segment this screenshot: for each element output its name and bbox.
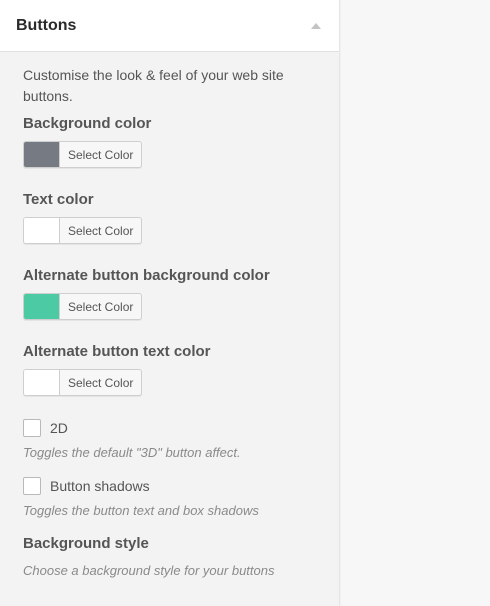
- alt-text-color-picker[interactable]: Select Color: [23, 369, 143, 396]
- 2d-description: Toggles the default "3D" button affect.: [23, 445, 241, 460]
- section-title: Buttons: [16, 16, 77, 34]
- button-shadows-label[interactable]: Button shadows: [50, 478, 150, 494]
- 2d-label[interactable]: 2D: [50, 420, 68, 436]
- color-swatch[interactable]: [24, 218, 60, 243]
- alt-background-color-setting: Alternate button background color Select…: [23, 266, 316, 324]
- button-shadows-checkbox[interactable]: [23, 477, 41, 495]
- section-header[interactable]: Buttons: [0, 0, 339, 52]
- button-shadows-checkbox-row[interactable]: Button shadows: [23, 476, 316, 496]
- background-style-setting: Background style Choose a background sty…: [23, 534, 316, 580]
- chevron-up-icon[interactable]: [311, 22, 321, 29]
- color-swatch[interactable]: [24, 370, 60, 395]
- select-color-button[interactable]: Select Color: [60, 370, 141, 395]
- section-content: Customise the look & feel of your web si…: [0, 52, 339, 580]
- alt-background-color-picker[interactable]: Select Color: [23, 293, 143, 320]
- select-color-button[interactable]: Select Color: [60, 218, 141, 243]
- background-color-picker[interactable]: Select Color: [23, 141, 143, 168]
- background-style-label: Background style: [23, 535, 149, 552]
- select-color-button[interactable]: Select Color: [60, 142, 141, 167]
- 2d-checkbox-row[interactable]: 2D: [23, 418, 316, 438]
- text-color-picker[interactable]: Select Color: [23, 217, 143, 244]
- 2d-setting: 2D Toggles the default "3D" button affec…: [23, 418, 316, 462]
- alt-text-color-label: Alternate button text color: [23, 343, 211, 360]
- color-swatch[interactable]: [24, 294, 60, 319]
- section-description: Customise the look & feel of your web si…: [23, 67, 284, 104]
- alt-background-color-label: Alternate button background color: [23, 267, 270, 284]
- background-color-label: Background color: [23, 115, 152, 132]
- color-swatch[interactable]: [24, 142, 60, 167]
- text-color-setting: Text color Select Color: [23, 190, 316, 248]
- 2d-checkbox[interactable]: [23, 419, 41, 437]
- customizer-panel: Buttons Customise the look & feel of you…: [0, 0, 340, 606]
- button-shadows-setting: Button shadows Toggles the button text a…: [23, 476, 316, 520]
- alt-text-color-setting: Alternate button text color Select Color: [23, 342, 316, 400]
- button-shadows-description: Toggles the button text and box shadows: [23, 503, 259, 518]
- text-color-label: Text color: [23, 191, 94, 208]
- select-color-button[interactable]: Select Color: [60, 294, 141, 319]
- background-color-setting: Background color Select Color: [23, 114, 316, 172]
- background-style-description: Choose a background style for your butto…: [23, 563, 275, 578]
- preview-area: [341, 0, 490, 606]
